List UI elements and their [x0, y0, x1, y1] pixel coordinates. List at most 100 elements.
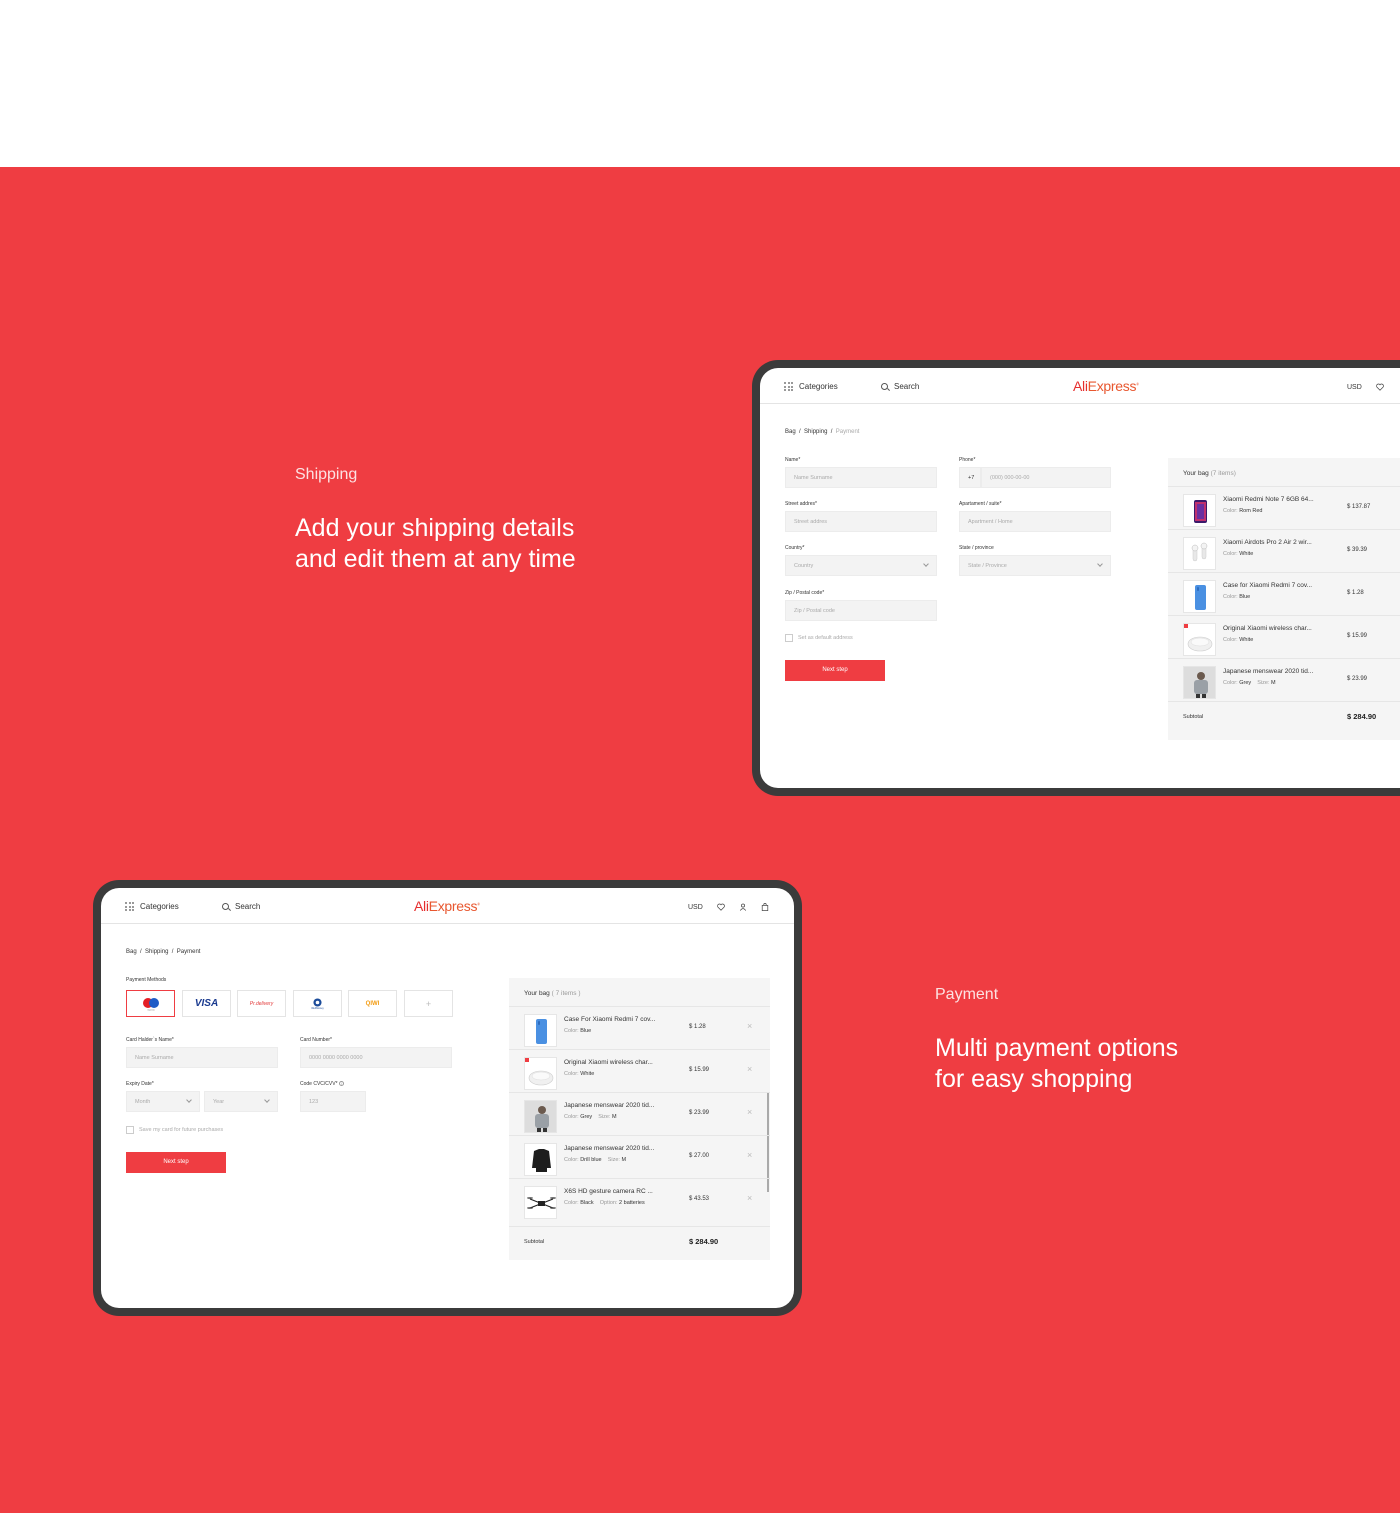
month-select[interactable]: Month: [126, 1091, 200, 1112]
product-image: [524, 1143, 557, 1176]
heart-icon[interactable]: [1376, 383, 1384, 391]
bag-count: ( 7 items ): [551, 990, 581, 997]
bag-item[interactable]: X6S HD gesture camera RC ... Color: Blac…: [509, 1178, 770, 1221]
categories-label: Categories: [140, 902, 179, 911]
crumb-sep: /: [140, 949, 142, 955]
bag-item[interactable]: Xiaomi Airdots Pro 2 Air 2 wir... Color:…: [1168, 529, 1400, 572]
aliexpress-logo[interactable]: AliExpress®: [414, 898, 480, 914]
search-button[interactable]: Search: [222, 902, 260, 911]
crumb-payment[interactable]: Payment: [177, 949, 201, 955]
item-attr: Color: White: [1223, 637, 1253, 643]
phone-input[interactable]: (000) 000-00-00: [981, 467, 1111, 488]
color-label: Color:: [1223, 551, 1238, 557]
next-step-button[interactable]: Next step: [785, 660, 885, 681]
default-address-checkbox[interactable]: [785, 634, 793, 642]
product-image: [1183, 494, 1216, 527]
payment-caption-label: Payment: [935, 986, 999, 1003]
aliexpress-logo[interactable]: AliExpress®: [1073, 378, 1139, 394]
color-value: Black: [580, 1200, 594, 1206]
bag-item[interactable]: Case For Xiaomi Redmi 7 cov... Color: Bl…: [509, 1006, 770, 1049]
country-select[interactable]: Country: [785, 555, 937, 576]
bag-item[interactable]: Original Xiaomi wireless char... Color: …: [1168, 615, 1400, 658]
remove-item-icon[interactable]: ×: [747, 1193, 752, 1203]
state-select[interactable]: State / Province: [959, 555, 1111, 576]
payment-screen: Categories Search AliExpress® USD Bag / …: [101, 888, 794, 1308]
save-card-label: Save my card for future purchases: [139, 1127, 224, 1133]
next-step-button[interactable]: Next step: [126, 1152, 226, 1173]
bag-title-text: Your bag: [1183, 470, 1209, 477]
bag-icon[interactable]: [761, 903, 769, 911]
size-label: Size:: [607, 1157, 620, 1163]
logo-express: Express: [428, 898, 478, 914]
info-icon[interactable]: i: [338, 1081, 344, 1086]
zip-input[interactable]: Zip / Postal code: [785, 600, 937, 621]
apartment-input[interactable]: Apartment / Home: [959, 511, 1111, 532]
categories-button[interactable]: Categories: [125, 902, 179, 911]
logo-express: Express: [1087, 378, 1137, 394]
shipping-bag-panel: Your bag (7 items) Xiaomi Redmi Note 7 6…: [1168, 458, 1400, 740]
bag-item[interactable]: Japanese menswear 2020 tid... Color: Gre…: [509, 1092, 770, 1135]
crumb-payment[interactable]: Payment: [836, 429, 860, 435]
remove-item-icon[interactable]: ×: [747, 1021, 752, 1031]
bag-item[interactable]: Case for Xiaomi Redmi 7 cov... Color: Bl…: [1168, 572, 1400, 615]
cvc-input[interactable]: 123: [300, 1091, 366, 1112]
holder-input[interactable]: Name Surname: [126, 1047, 278, 1068]
color-label: Color:: [564, 1028, 579, 1034]
chevron-down-icon: [264, 1097, 270, 1103]
item-price: $ 15.99: [1347, 633, 1368, 639]
remove-item-icon[interactable]: ×: [747, 1150, 752, 1160]
method-add[interactable]: +: [404, 990, 453, 1017]
remove-item-icon[interactable]: ×: [747, 1064, 752, 1074]
mi-badge: [1184, 624, 1188, 628]
item-attr: Color: Black Option: 2 batteries: [564, 1200, 645, 1206]
product-image: [524, 1186, 557, 1219]
method-maestro[interactable]: maestro: [126, 990, 175, 1017]
webmoney-icon: [313, 997, 322, 1007]
bag-item[interactable]: Japanese menswear 2020 tid... Color: Gre…: [1168, 658, 1400, 701]
shipping-caption-title: Add your shipping details and edit them …: [295, 513, 576, 575]
method-visa[interactable]: VISA: [182, 990, 231, 1017]
maestro-text: maestro: [147, 1008, 155, 1011]
qiwi-icon: QIWI: [365, 1000, 380, 1007]
webmoney-text: WebMoney: [311, 1006, 324, 1010]
method-webmoney[interactable]: WebMoney: [293, 990, 342, 1017]
bag-item[interactable]: Japanese menswear 2020 tid... Color: Dri…: [509, 1135, 770, 1178]
currency-selector[interactable]: USD: [1347, 384, 1362, 391]
currency-selector[interactable]: USD: [688, 904, 703, 911]
visa-icon: VISA: [194, 998, 219, 1009]
payment-caption-line1: Multi payment options: [935, 1034, 1179, 1062]
user-icon[interactable]: [739, 903, 747, 911]
holder-label: Card Halder`s Name*: [126, 1037, 174, 1043]
heart-icon[interactable]: [717, 903, 725, 911]
bag-title-text: Your bag: [524, 990, 550, 997]
item-price: $ 15.99: [689, 1067, 710, 1073]
card-number-input[interactable]: 0000 0000 0000 0000: [300, 1047, 452, 1068]
default-address-label: Set as default address: [798, 635, 853, 641]
subtotal-row: Subtotal $ 284.90: [1168, 701, 1400, 731]
cvc-label-text: Code CVC/CVV*: [300, 1081, 338, 1087]
name-input[interactable]: Name Surname: [785, 467, 937, 488]
payment-methods: maestro VISA Pr.delivery WebMoney QIWI +: [126, 990, 456, 1017]
item-attr: Color: White: [1223, 551, 1253, 557]
method-pr-delivery[interactable]: Pr.delivery: [237, 990, 286, 1017]
color-label: Color:: [564, 1157, 579, 1163]
street-input[interactable]: Street addres: [785, 511, 937, 532]
color-value: Blue: [580, 1028, 592, 1034]
crumb-bag[interactable]: Bag: [126, 949, 137, 955]
shipping-caption-line1: Add your shipping details: [295, 514, 575, 542]
bag-item[interactable]: Original Xiaomi wireless char... Color: …: [509, 1049, 770, 1092]
save-card-checkbox[interactable]: [126, 1126, 134, 1134]
crumb-shipping[interactable]: Shipping: [145, 949, 168, 955]
search-button[interactable]: Search: [881, 382, 919, 391]
crumb-shipping[interactable]: Shipping: [804, 429, 827, 435]
method-qiwi[interactable]: QIWI: [348, 990, 397, 1017]
remove-item-icon[interactable]: ×: [747, 1107, 752, 1117]
size-value: M: [621, 1157, 627, 1163]
crumb-bag[interactable]: Bag: [785, 429, 796, 435]
bag-item[interactable]: Xiaomi Redmi Note 7 6GB 64... Color: Rom…: [1168, 486, 1400, 529]
product-image: [1183, 666, 1216, 699]
year-select[interactable]: Year: [204, 1091, 278, 1112]
item-attr: Color: Blue: [1223, 594, 1250, 600]
phone-code-select[interactable]: +7: [959, 467, 981, 488]
categories-button[interactable]: Categories: [784, 382, 838, 391]
